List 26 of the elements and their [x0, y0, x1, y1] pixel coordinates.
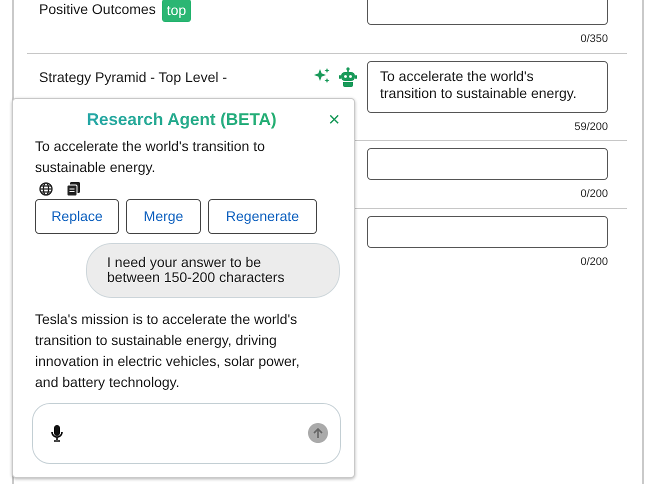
text-field[interactable]: To accelerate the world's transition to sustainable energy. — [367, 60, 608, 112]
microphone-icon[interactable] — [51, 424, 63, 442]
character-counter: 0/350 — [579, 32, 608, 47]
replace-button[interactable]: Replace — [35, 199, 119, 234]
field-label: Strategy Pyramid - Top Level - — [39, 68, 228, 87]
merge-button[interactable]: Merge — [126, 199, 201, 234]
response-text: Tesla's mission is to accelerate the world's transition to sustainable energy, driving innovation in electric vehicles, solar power, and battery technology. — [35, 310, 301, 392]
globe-icon[interactable] — [38, 182, 52, 196]
character-counter: 0/200 — [579, 254, 608, 270]
regenerate-button[interactable]: Regenerate — [208, 199, 317, 234]
sparkle-icon[interactable] — [313, 66, 331, 84]
copy-icon[interactable] — [66, 182, 80, 196]
close-button[interactable]: × — [328, 110, 340, 130]
suggestion-text: To accelerate the world's transition to sustainable energy. — [35, 137, 266, 177]
arrow-up-icon — [313, 428, 323, 439]
text-field[interactable] — [367, 148, 608, 180]
robot-icon[interactable] — [339, 66, 357, 86]
character-counter: 59/200 — [573, 120, 608, 134]
chat-message: I need your answer to be between 150-200 characters — [86, 243, 340, 298]
character-counter: 0/200 — [579, 187, 608, 202]
tag-badge: top — [162, 0, 192, 22]
send-button[interactable] — [308, 423, 328, 444]
text-field[interactable] — [367, 0, 608, 25]
text-field[interactable] — [367, 216, 608, 248]
chat-input[interactable] — [32, 402, 341, 464]
field-label: Positive Outcomes — [39, 0, 156, 19]
